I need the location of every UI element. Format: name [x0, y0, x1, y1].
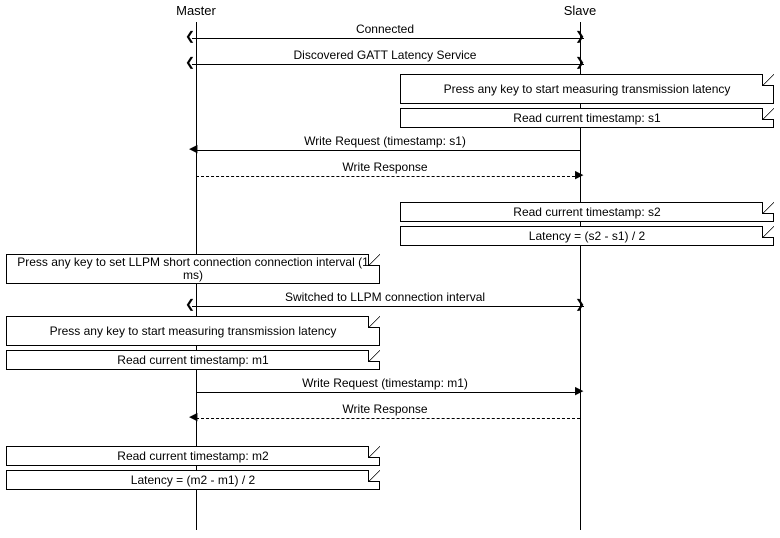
- arrowhead-left-icon: ❮: [185, 299, 195, 310]
- note-read-s1: Read current timestamp: s1: [400, 108, 774, 128]
- msg-write-req-s1: Write Request (timestamp: s1): [195, 134, 575, 148]
- arrowhead-right-icon: ▶: [575, 170, 583, 181]
- msg-write-resp-2: Write Response: [195, 402, 575, 416]
- arrowhead-right-icon: ❯: [575, 299, 585, 310]
- arrow-connected: [192, 38, 584, 39]
- arrow-discovered: [192, 64, 584, 65]
- arrowhead-right-icon: ❯: [575, 31, 585, 42]
- arrowhead-right-icon: ▶: [575, 386, 583, 397]
- msg-discovered: Discovered GATT Latency Service: [195, 48, 575, 62]
- note-read-s2: Read current timestamp: s2: [400, 202, 774, 222]
- arrow-llpm-switch: [192, 306, 584, 307]
- note-read-m2: Read current timestamp: m2: [6, 446, 380, 466]
- note-slave-press: Press any key to start measuring transmi…: [400, 74, 774, 104]
- note-master-llpm: Press any key to set LLPM short connecti…: [6, 254, 380, 284]
- arrow-write-resp-1: [196, 176, 580, 177]
- arrowhead-left-icon: ◀: [189, 412, 197, 423]
- msg-write-req-m1: Write Request (timestamp: m1): [195, 376, 575, 390]
- msg-write-resp-1: Write Response: [195, 160, 575, 174]
- arrow-write-req-m1: [196, 392, 580, 393]
- actor-master-label: Master: [156, 3, 236, 18]
- note-latency-s: Latency = (s2 - s1) / 2: [400, 226, 774, 246]
- note-latency-m: Latency = (m2 - m1) / 2: [6, 470, 380, 490]
- arrowhead-left-icon: ❮: [185, 31, 195, 42]
- actor-slave-label: Slave: [540, 3, 620, 18]
- arrowhead-right-icon: ❯: [575, 57, 585, 68]
- msg-llpm-switch: Switched to LLPM connection interval: [195, 290, 575, 304]
- note-master-press: Press any key to start measuring transmi…: [6, 316, 380, 346]
- sequence-diagram: Master Slave Connected ❮ ❯ Discovered GA…: [0, 0, 780, 538]
- arrowhead-left-icon: ◀: [189, 144, 197, 155]
- msg-connected: Connected: [195, 22, 575, 36]
- note-read-m1: Read current timestamp: m1: [6, 350, 380, 370]
- arrow-write-req-s1: [196, 150, 580, 151]
- arrow-write-resp-2: [196, 418, 580, 419]
- arrowhead-left-icon: ❮: [185, 57, 195, 68]
